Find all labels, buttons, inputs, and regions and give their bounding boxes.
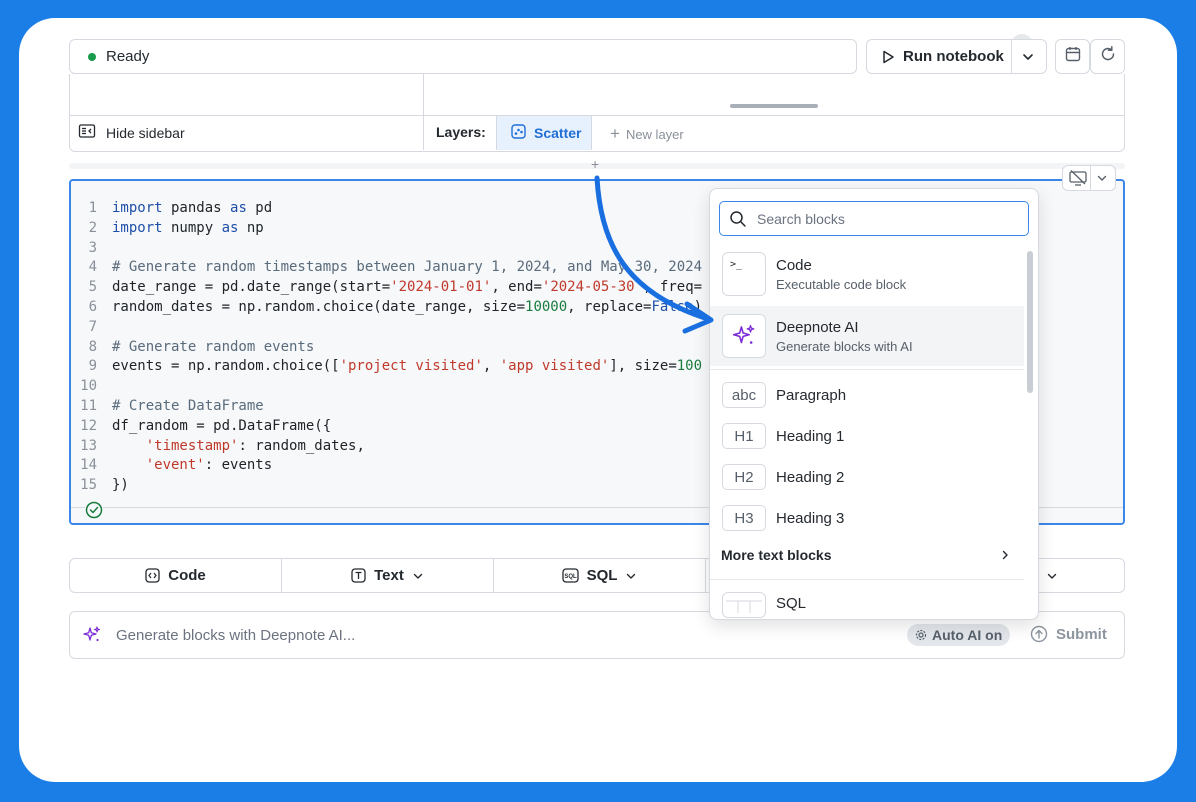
menu-item-code[interactable]: >_ Code Executable code block (710, 252, 1024, 296)
refresh-icon (1099, 45, 1117, 68)
search-icon (729, 210, 747, 228)
gear-icon (915, 629, 927, 641)
play-icon (881, 50, 895, 64)
schedule-button[interactable] (1055, 39, 1090, 74)
submit-button[interactable]: Submit (1030, 625, 1107, 643)
menu-item-heading-2[interactable]: H2 Heading 2 (710, 464, 1024, 490)
menu-item-title: Deepnote AI (776, 318, 859, 336)
add-text-block-button[interactable]: Text (282, 559, 494, 592)
sparkle-icon (722, 314, 766, 358)
run-notebook-button[interactable]: Run notebook (866, 39, 1047, 74)
search-blocks-input[interactable] (755, 209, 1019, 228)
heading-3-icon: H3 (722, 505, 766, 531)
heading-2-icon: H2 (722, 464, 766, 490)
text-icon (351, 568, 366, 583)
chevron-right-icon (999, 549, 1011, 561)
menu-item-heading-1[interactable]: H1 Heading 1 (710, 423, 1024, 449)
code-content: 1 import pandas as pd 2 import numpy as np… (80, 200, 703, 494)
menu-item-title: Heading 1 (776, 427, 845, 445)
kernel-status-bar: Ready (69, 39, 857, 74)
paragraph-icon: abc (722, 382, 766, 408)
terminal-icon: >_ (722, 252, 766, 296)
menu-item-title: Heading 3 (776, 509, 845, 527)
horizontal-scrollbar[interactable] (730, 104, 818, 108)
new-layer-label: New layer (625, 126, 684, 142)
success-check-icon (85, 501, 103, 519)
hide-sidebar-button[interactable]: Hide sidebar (78, 123, 185, 142)
add-code-block-button[interactable]: Code (70, 559, 282, 592)
add-sql-block-button[interactable]: SQL SQL (494, 559, 706, 592)
arrow-up-circle-icon (1030, 625, 1048, 643)
notebook-window: Ready Run notebook Hide sidebar Layers: … (19, 18, 1177, 782)
menu-item-title: Heading 2 (776, 468, 845, 486)
menu-item-subtitle: Generate blocks with AI (776, 338, 913, 354)
add-block-menu: >_ Code Executable code block Deepnote A… (709, 188, 1039, 620)
layers-label: Layers: (436, 124, 486, 140)
auto-ai-label: Auto AI on (932, 627, 1003, 643)
menu-item-subtitle: Executable code block (776, 276, 907, 292)
sql-icon: SQL (561, 568, 579, 583)
sparkle-icon (82, 625, 102, 645)
hide-output-icon (1068, 169, 1088, 187)
scatter-icon (511, 124, 526, 142)
heading-1-icon: H1 (722, 423, 766, 449)
menu-item-heading-3[interactable]: H3 Heading 3 (710, 505, 1024, 531)
ready-status-dot (88, 52, 96, 61)
chevron-down-icon (1046, 570, 1058, 582)
ai-prompt-input[interactable]: Generate blocks with Deepnote AI... (116, 627, 355, 644)
chevron-down-icon (625, 570, 637, 582)
run-notebook-label: Run notebook (903, 48, 1004, 65)
search-blocks-field[interactable] (719, 201, 1029, 236)
menu-item-sql[interactable]: SQL (710, 592, 1024, 618)
menu-item-title: SQL (776, 595, 807, 612)
output-visibility-button[interactable] (1062, 165, 1116, 191)
kernel-status-text: Ready (106, 48, 150, 65)
more-text-blocks-label: More text blocks (721, 547, 832, 563)
more-text-blocks-item[interactable]: More text blocks (721, 547, 1011, 563)
chevron-down-icon[interactable] (1020, 49, 1036, 65)
menu-scrollbar[interactable] (1027, 251, 1033, 393)
auto-ai-toggle[interactable]: Auto AI on (907, 624, 1011, 646)
menu-item-title: Paragraph (776, 386, 847, 404)
chevron-down-icon (412, 570, 424, 582)
table-icon (722, 592, 766, 618)
code-icon (145, 568, 160, 583)
chevron-down-icon[interactable] (1095, 171, 1109, 185)
hide-sidebar-label: Hide sidebar (106, 124, 185, 141)
layer-tab-scatter[interactable]: Scatter (496, 116, 592, 150)
submit-label: Submit (1056, 625, 1107, 643)
new-layer-button[interactable]: + New layer (610, 124, 684, 144)
menu-item-deepnote-ai[interactable]: Deepnote AI Generate blocks with AI (710, 306, 1024, 366)
chart-panel: Hide sidebar Layers: Scatter + New layer (69, 74, 1125, 152)
svg-text:SQL: SQL (564, 574, 577, 580)
layer-tab-label: Scatter (534, 125, 582, 141)
menu-item-title: Code (776, 256, 812, 274)
sql-block-label: SQL (586, 567, 618, 584)
refresh-button[interactable] (1090, 39, 1125, 74)
plus-icon: + (610, 124, 620, 143)
menu-item-paragraph[interactable]: abc Paragraph (710, 382, 1024, 408)
calendar-icon (1064, 45, 1082, 68)
sidebar-collapse-icon (78, 123, 96, 142)
add-block-plus-icon[interactable]: + (591, 156, 599, 172)
code-block-label: Code (168, 567, 206, 584)
text-block-label: Text (374, 567, 404, 584)
